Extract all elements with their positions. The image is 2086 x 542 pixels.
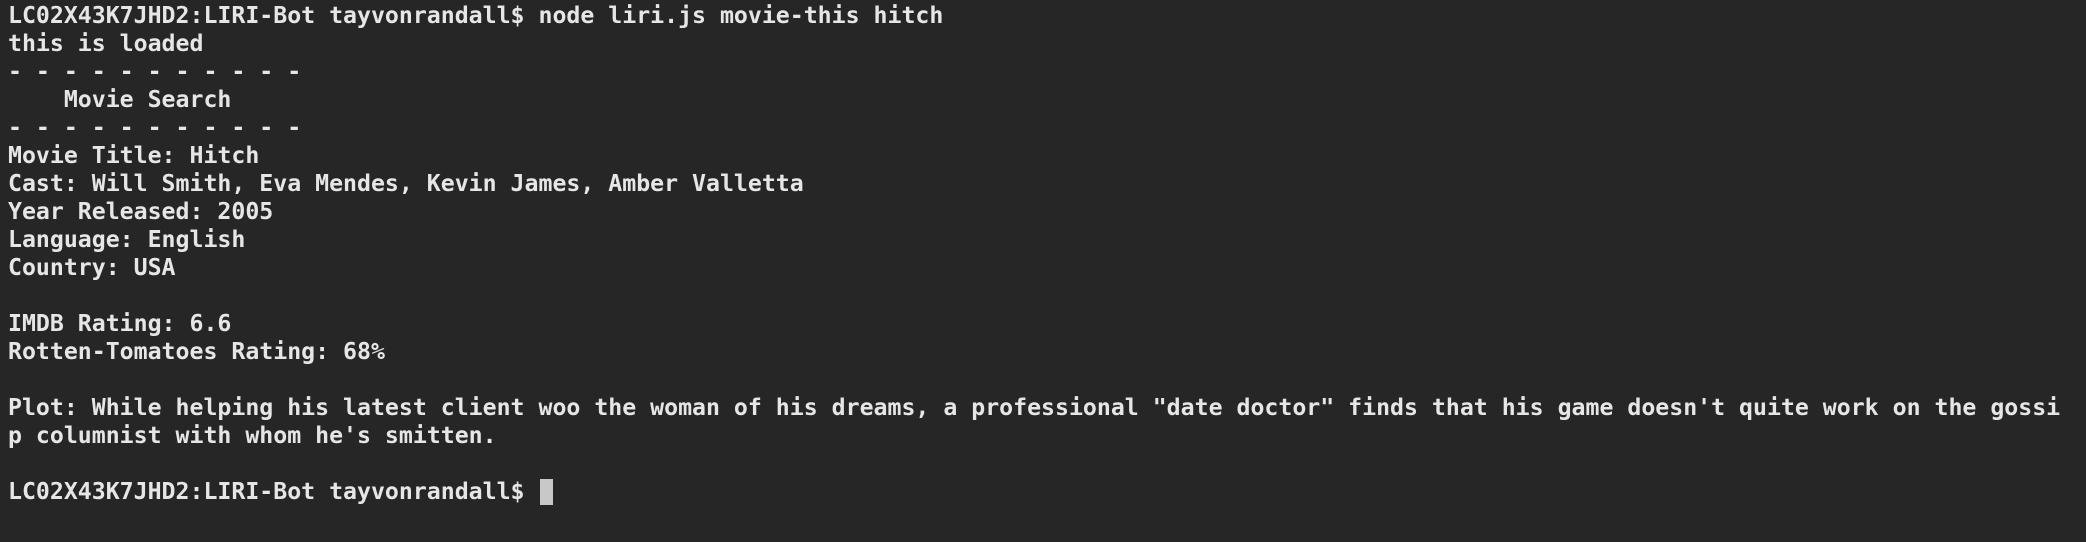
plot-line-1: Plot: While helping his latest client wo… [8, 394, 2061, 421]
command-line: LC02X43K7JHD2:LIRI-Bot tayvonrandall$ no… [8, 2, 944, 29]
cursor-block [540, 479, 554, 505]
movie-title-line: Movie Title: Hitch [8, 142, 260, 169]
plot-line-2: p columnist with whom he's smitten. [8, 422, 497, 449]
cast-line: Cast: Will Smith, Eva Mendes, Kevin Jame… [8, 170, 804, 197]
country-line: Country: USA [8, 254, 176, 281]
prompt-line[interactable]: LC02X43K7JHD2:LIRI-Bot tayvonrandall$ [8, 478, 2086, 506]
loaded-message: this is loaded [8, 30, 204, 57]
year-line: Year Released: 2005 [8, 198, 274, 225]
divider-bottom: - - - - - - - - - - - [8, 114, 302, 141]
section-title: Movie Search [8, 86, 232, 113]
imdb-rating-line: IMDB Rating: 6.6 [8, 310, 232, 337]
language-line: Language: English [8, 226, 246, 253]
divider-top: - - - - - - - - - - - [8, 58, 302, 85]
prompt-text: LC02X43K7JHD2:LIRI-Bot tayvonrandall$ [8, 478, 539, 505]
terminal-window[interactable]: LC02X43K7JHD2:LIRI-Bot tayvonrandall$ no… [0, 0, 2086, 542]
rotten-tomatoes-line: Rotten-Tomatoes Rating: 68% [8, 338, 385, 365]
